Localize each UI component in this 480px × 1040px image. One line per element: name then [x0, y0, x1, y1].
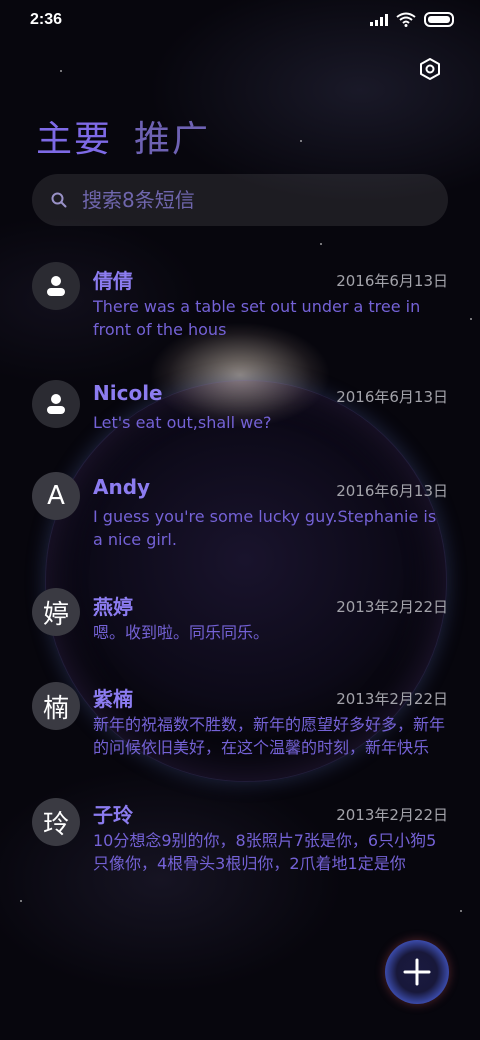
screen: 2:36 主要 推广 搜索8条短信 倩倩 2016年6月13日 There wa…	[0, 0, 480, 1040]
search-bar[interactable]	[32, 174, 448, 226]
battery-icon	[424, 12, 454, 27]
person-icon	[47, 276, 65, 296]
list-item[interactable]: 玲 子玲 2013年2月22日 10分想念9别的你，8张照片7张是你，6只小狗5…	[0, 798, 480, 888]
wifi-icon	[396, 12, 416, 27]
contact-name: Andy	[93, 475, 151, 499]
search-input[interactable]	[80, 187, 414, 213]
settings-button[interactable]	[415, 54, 445, 84]
avatar: 婷	[32, 588, 80, 636]
star	[60, 70, 62, 72]
signal-icon	[370, 13, 388, 26]
status-icons	[370, 12, 454, 27]
status-bar: 2:36	[0, 0, 480, 40]
avatar	[32, 262, 80, 310]
contact-name: 紫楠	[93, 687, 133, 711]
avatar	[32, 380, 80, 428]
message-date: 2013年2月22日	[336, 690, 448, 708]
message-date: 2013年2月22日	[336, 806, 448, 824]
message-preview: Let's eat out,shall we?	[93, 413, 272, 432]
message-date: 2016年6月13日	[336, 388, 448, 406]
message-preview: 嗯。收到啦。同乐同乐。	[93, 623, 270, 642]
plus-icon	[403, 958, 431, 986]
list-item[interactable]: 婷 燕婷 2013年2月22日 嗯。收到啦。同乐同乐。	[0, 588, 480, 648]
contact-name: 倩倩	[93, 269, 133, 293]
message-preview: I guess you're some lucky guy.Stephanie …	[93, 507, 437, 549]
message-preview: 10分想念9别的你，8张照片7张是你，6只小狗5只像你，4根骨头3根归你，2爪着…	[93, 831, 437, 873]
status-time: 2:36	[30, 11, 63, 28]
message-preview: 新年的祝福数不胜数，新年的愿望好多好多，新年的问候依旧美好，在这个温馨的时刻，新…	[93, 715, 446, 757]
person-icon	[47, 394, 65, 414]
contact-name: 子玲	[93, 803, 133, 827]
star	[300, 140, 302, 142]
compose-button[interactable]	[385, 940, 449, 1004]
star	[320, 243, 322, 245]
message-preview: There was a table set out under a tree i…	[93, 297, 421, 339]
message-date: 2013年2月22日	[336, 598, 448, 616]
list-item[interactable]: 楠 紫楠 2013年2月22日 新年的祝福数不胜数，新年的愿望好多好多，新年的问…	[0, 682, 480, 772]
tab-primary[interactable]: 主要	[36, 110, 112, 162]
star	[460, 910, 462, 912]
list-item[interactable]: 倩倩 2016年6月13日 There was a table set out …	[0, 260, 480, 350]
message-date: 2016年6月13日	[336, 272, 448, 290]
tab-promotions[interactable]: 推广	[134, 110, 210, 162]
avatar: A	[32, 472, 80, 520]
avatar: 玲	[32, 798, 80, 846]
search-icon	[50, 190, 70, 210]
list-item[interactable]: A Andy 2016年6月13日 I guess you're some lu…	[0, 472, 480, 562]
hexagon-settings-icon	[420, 58, 440, 80]
list-item[interactable]: Nicole 2016年6月13日 Let's eat out,shall we…	[0, 378, 480, 438]
tab-bar: 主要 推广	[36, 110, 210, 162]
star	[20, 900, 22, 902]
contact-name: Nicole	[93, 381, 163, 405]
avatar: 楠	[32, 682, 80, 730]
contact-name: 燕婷	[93, 595, 133, 619]
message-date: 2016年6月13日	[336, 482, 448, 500]
